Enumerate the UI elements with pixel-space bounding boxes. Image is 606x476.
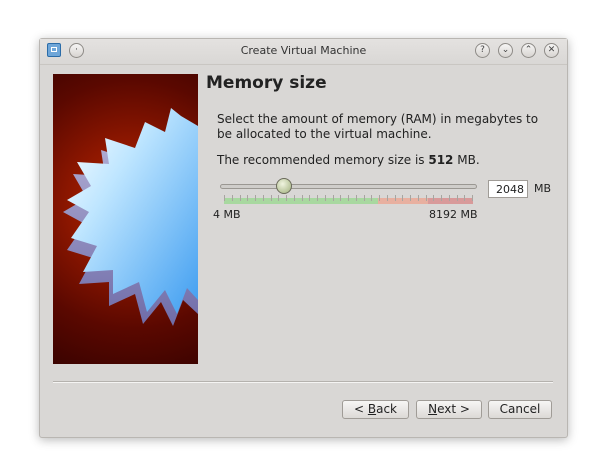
- page-heading: Memory size: [206, 73, 327, 93]
- recommended-prefix: The recommended memory size is: [217, 153, 429, 167]
- slider-tick: [387, 195, 388, 201]
- slider-tick: [426, 195, 427, 201]
- memory-slider-scale: [224, 195, 473, 204]
- slider-tick: [457, 195, 458, 201]
- slider-tick: [449, 195, 450, 201]
- slider-tick: [309, 195, 310, 201]
- slider-tick: [418, 195, 419, 201]
- slider-tick: [325, 195, 326, 201]
- slider-tick: [371, 195, 372, 201]
- slider-tick: [232, 195, 233, 201]
- minimize-button[interactable]: ⌄: [498, 43, 513, 58]
- maximize-button[interactable]: ⌃: [521, 43, 536, 58]
- danger-zone: [428, 198, 473, 204]
- memory-unit-label: MB: [534, 182, 552, 195]
- back-rest: ack: [376, 402, 397, 416]
- slider-tick: [395, 195, 396, 201]
- slider-tick: [278, 195, 279, 201]
- memory-slider-handle[interactable]: [276, 178, 292, 194]
- title-bar: · Create Virtual Machine ? ⌄ ⌃ ✕: [40, 39, 567, 65]
- slider-tick: [333, 195, 334, 201]
- slider-tick: [348, 195, 349, 201]
- slider-tick: [286, 195, 287, 201]
- back-mnemonic: B: [367, 402, 377, 416]
- slider-tick: [402, 195, 403, 201]
- slider-tick: [294, 195, 295, 201]
- warn-zone: [378, 198, 428, 204]
- slider-tick: [224, 195, 225, 201]
- button-separator: [53, 381, 553, 383]
- memory-size-input[interactable]: [488, 180, 528, 198]
- create-vm-dialog: · Create Virtual Machine ? ⌄ ⌃ ✕ Memory …: [39, 38, 568, 438]
- slider-tick: [340, 195, 341, 201]
- slider-tick: [263, 195, 264, 201]
- wizard-side-image: [53, 74, 198, 364]
- slider-tick: [271, 195, 272, 201]
- slider-tick: [317, 195, 318, 201]
- help-button[interactable]: ?: [475, 43, 490, 58]
- slider-max-label: 8192 MB: [429, 208, 478, 221]
- slider-tick: [433, 195, 434, 201]
- slider-tick: [364, 195, 365, 201]
- slider-tick: [441, 195, 442, 201]
- close-button[interactable]: ✕: [544, 43, 559, 58]
- back-button[interactable]: < Back: [342, 400, 409, 419]
- next-rest: ext >: [437, 402, 470, 416]
- slider-tick: [410, 195, 411, 201]
- page-description: Select the amount of memory (RAM) in meg…: [217, 112, 539, 141]
- recommended-value: 512: [428, 153, 454, 167]
- starburst-graphic: [63, 108, 198, 326]
- slider-tick: [302, 195, 303, 201]
- slider-tick: [240, 195, 241, 201]
- slider-tick: [255, 195, 256, 201]
- recommended-suffix: MB.: [453, 153, 480, 167]
- slider-tick: [472, 195, 473, 201]
- slider-tick: [464, 195, 465, 201]
- memory-slider-track[interactable]: [220, 184, 477, 189]
- slider-tick: [356, 195, 357, 201]
- next-button[interactable]: Next >: [416, 400, 482, 419]
- next-mnemonic: N: [428, 402, 438, 416]
- slider-tick: [379, 195, 380, 201]
- recommended-memory-text: The recommended memory size is 512 MB.: [217, 153, 480, 167]
- slider-min-label: 4 MB: [213, 208, 241, 221]
- slider-tick: [247, 195, 248, 201]
- cancel-button[interactable]: Cancel: [488, 400, 552, 419]
- back-prefix: <: [353, 402, 368, 416]
